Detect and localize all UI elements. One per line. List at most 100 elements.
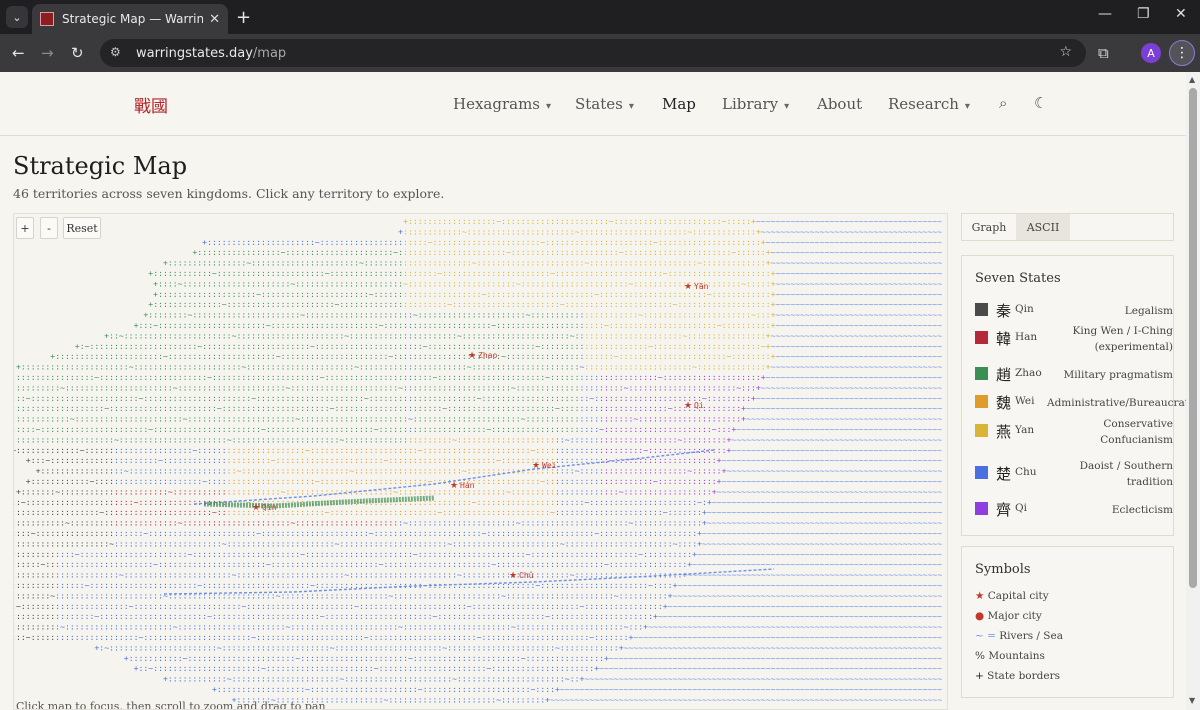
search-icon[interactable]: ⌕ — [999, 94, 1007, 112]
map-row-wei[interactable]: ::::::::::::::::~::::::::::::::::::::::~… — [227, 446, 555, 455]
map-row-water[interactable]: ~~~~~~~~~~~~~~~~~~~~~~~~~~~~~~~~~~~~~~~~… — [707, 508, 942, 517]
state-legend-item-zhao[interactable]: 趙 Zhao Military pragmatism — [975, 364, 1173, 384]
nav-library[interactable]: Library ▾ — [722, 95, 789, 113]
page-scrollbar[interactable]: ▲ ▼ — [1186, 72, 1200, 710]
map-row-qi[interactable]: :::::::::::::::::::::~:::::::::+ — [599, 394, 756, 403]
map-row-zhao[interactable]: +::::~::::::::::::::::::::::~:::::::::::… — [153, 279, 403, 288]
map-row-qin[interactable]: +::::~:::::::::::::: — [14, 612, 55, 621]
map-row-zhao[interactable]: :::::::::::::~:::::::::::::::::::: — [413, 394, 580, 403]
map-row-chu[interactable]: :::::::::~::::::::::::: — [114, 456, 227, 465]
map-row-chu[interactable]: ::::::::~::::::::::::::::::::::~::::::::… — [55, 612, 658, 621]
map-row-wei[interactable]: :::::::::~::::::::::::::::::::::~:::::::… — [227, 456, 555, 465]
map-row-chu[interactable]: ::::::::::::::::::::::~:::::::+ — [555, 508, 707, 517]
map-row-chu[interactable]: ::::::~::::::::::::::::::::::~:+ — [555, 498, 712, 507]
map-row-qi[interactable]: ::::::::::::::~::::::::::::::+ — [599, 404, 746, 413]
map-row-chu[interactable]: ::::::::::::::::::::::~:::::::::::::::::… — [114, 539, 702, 548]
map-row-water[interactable]: ~~~~~~~~~~~~~~~~~~~~~~~~~~~~~~~~~~~~~~~~… — [609, 654, 942, 663]
map-row-qin[interactable]: +::::::::::::::: — [14, 623, 55, 632]
map-row-yan[interactable]: :::::::~::::::::::::::::::::::~:::::::::… — [403, 269, 776, 278]
map-row-chu[interactable]: ::::::::::::::::::::::~:::::::::::::::::… — [55, 591, 673, 600]
capital-label[interactable]: Zhao — [478, 351, 497, 360]
map-row-zhao[interactable]: +::::::::::::::::::::~::::::::::::::::::… — [14, 383, 408, 392]
map-row-zhao[interactable]: +:::~::::::::::::::::::::::~::::::::::::… — [134, 321, 408, 330]
map-row-water[interactable]: ~~~~~~~~~~~~~~~~~~~~~~~~~~~~~~~~~~~~~~~~… — [722, 477, 943, 486]
map-row-qin[interactable]: +::::~::::::::::::::::::::::~ — [14, 539, 114, 548]
map-row-water[interactable]: ~~~~~~~~~~~~~~~~~~~~~~~~~~~~~~~~~~~~~~~~… — [722, 456, 943, 465]
map-row-chu[interactable]: ::::~::::::::::::::::::::::~::::::::::::… — [55, 550, 697, 559]
state-legend-item-wei[interactable]: 魏 Wei Administrative/Bureaucratic — [975, 392, 1186, 412]
map-row-yan[interactable]: ::::::::::::~::::::::::::::::::::::~::::… — [403, 227, 761, 236]
forward-arrow-icon[interactable]: → — [41, 44, 54, 62]
map-row-han[interactable]: :::::::::::~::::::::::: — [114, 487, 227, 496]
minimize-window-icon[interactable]: — — [1098, 6, 1112, 22]
map-row-zhao[interactable]: ::::::~::::::::::::::::::::::~:::: — [413, 404, 580, 413]
map-row-chu[interactable]: ::::::::: — [555, 477, 599, 486]
map-row-water[interactable]: ~~~~~~~~~~~~~~~~~~~~~~~~~~~~~~~~~~~~~~~~… — [673, 591, 943, 600]
state-legend-item-qi[interactable]: 齊 Qi Eclecticism — [975, 499, 1173, 519]
map-row-zhao[interactable]: +::::::::::::::::::::~::::::::::::::::::… — [14, 415, 408, 424]
map-row-chu[interactable]: +::::::::::::::::::~::::::::::::::::::::… — [212, 685, 560, 694]
map-row-qin[interactable]: +::::::::::~:::::::::::::::: — [14, 529, 114, 538]
map-row-qi[interactable]: :::::::::::~::::::::::::+ — [599, 477, 722, 486]
capital-label[interactable]: Hán — [460, 481, 475, 490]
map-row-yan[interactable]: ::::::::::::::~::::::::::::::::::::::~::… — [403, 259, 771, 268]
map-row-zhao[interactable]: ::::::::::::::::~::::::::::::::::: — [413, 321, 580, 330]
new-tab-button[interactable]: + — [236, 7, 251, 28]
map-row-yan[interactable]: ::::::~::::::::::::::::::::::~::::::::+ — [584, 352, 775, 361]
map-row-water[interactable]: ~~~~~~~~~~~~~~~~~~~~~~~~~~~~~~~~~~~ — [771, 248, 943, 257]
map-row-water[interactable]: ~~~~~~~~~~~~~~~~~~~~~~~~~~~~~~~~~~~~~~ — [756, 217, 942, 226]
map-row-water[interactable]: ~~~~~~~~~~~~~~~~~~~~~~~~~~~~~~~~~~ — [776, 269, 943, 278]
map-row-water[interactable]: ~~~~~~~~~~~~~~~~~~~~~~~~~~~~~~~~~~~~~~~~… — [692, 560, 942, 569]
map-row-zhao[interactable]: ::::::::::::::::::::~::::::::::::: — [413, 383, 580, 392]
map-row-water[interactable]: ~~~~~~~~~~~~~~~~~~~~~~~~~~~~~~~~~~ — [776, 279, 943, 288]
map-row-qin[interactable]: +:::::::::::::~:::::: — [14, 446, 114, 455]
map-row-zhao[interactable]: +::::::::::::::::~::::::::::::::::::::::… — [163, 259, 403, 268]
map-row-water[interactable]: ~~~~~~~~~~~~~~~~~~~~~~~~~~~~~~~~~~~~~~~~… — [658, 612, 942, 621]
map-row-chu[interactable]: ::::::::::::::::::::~:::::::::::::::::::… — [55, 560, 692, 569]
map-row-qi[interactable]: ~::::::::::::::::::::::~:::+ — [599, 425, 736, 434]
map-row-qin[interactable]: +:::::::~::::::::::: — [16, 487, 114, 496]
map-row-zhao[interactable]: +:~::::::::::::::::::::::~::::::::::::::… — [75, 342, 408, 351]
map-row-water[interactable]: ~~~~~~~~~~~~~~~~~~~~~~~~~~~~~~~~~~~~~~~~… — [736, 425, 942, 434]
reload-icon[interactable]: ↻ — [71, 44, 84, 62]
map-row-zhao[interactable]: +~::::::::::::::::::::::~:::::::::::::::… — [14, 435, 408, 444]
map-row-qin[interactable]: +::::::::::~::::::::: — [14, 571, 55, 580]
map-row-yan[interactable]: ::::::::::::::::::::~::::::::::::::::+ — [584, 331, 770, 340]
map-row-chu[interactable]: ::::::::: — [555, 446, 599, 455]
map-row-qi[interactable]: :::::::~:::::::::::::::::::::+ — [599, 415, 746, 424]
map-row-han[interactable]: ::::::::::::::::::::~:: — [114, 508, 227, 517]
map-row-chu[interactable]: ::::::~::::::::::::::::::::::~::::::::::… — [114, 529, 702, 538]
map-row-water[interactable]: ~~~~~~~~~~~~~~~~~~~~~~~~~~~~~~~~~~~~~~~~… — [599, 664, 942, 673]
address-bar[interactable]: ⚙ warringstates.day/map ☆ — [100, 39, 1086, 67]
map-row-water[interactable]: ~~~~~~~~~~~~~~~~~~~~~~~~~~~~~~~~~~~~~~~~… — [712, 498, 942, 507]
map-row-chu[interactable]: ::~: — [580, 394, 600, 403]
map-row-qin[interactable]: +:::::::::::::::~::::::::: — [14, 519, 114, 528]
site-info-icon[interactable]: ⚙ — [110, 45, 121, 59]
close-tab-icon[interactable]: ✕ — [209, 12, 220, 27]
map-row-chu[interactable]: :::: — [580, 425, 600, 434]
bookmark-star-icon[interactable]: ☆ — [1059, 44, 1072, 60]
map-row-yan[interactable]: ::::::::::::::::::::::~::::::::::::::+ — [584, 363, 770, 372]
map-row-zhao[interactable]: +::::::::::::::::::::::~::::::::::::::::… — [16, 363, 408, 372]
map-row-water[interactable]: ~~~~~~~~~~~~~~~~~~~~~~~~~~~~~~~~~~~ — [771, 363, 943, 372]
state-legend-item-han[interactable]: 韓 Han King Wen / I-Ching (experimental) — [975, 325, 1173, 353]
map-row-yan[interactable]: :::::::::::::::::::::~::::::::::::::::::… — [403, 248, 771, 257]
map-row-yan[interactable]: :::::::::::::~::::::::::::::::::::::~+ — [584, 342, 770, 351]
map-row-yan[interactable]: :::::::::~::::::::::::::::::::::~:::::::… — [403, 300, 776, 309]
capital-star-icon[interactable]: ★ — [532, 461, 540, 471]
map-row-chu[interactable]: ::::::::: — [555, 487, 599, 496]
map-row-water[interactable]: ~~~~~~~~~~~~~~~~~~~~~~~~~~~~~~~~~~~~~ — [761, 383, 942, 392]
capital-star-icon[interactable]: ★ — [684, 282, 692, 292]
map-row-qi[interactable]: ::::::::::::::::::~::::::+ — [599, 467, 727, 476]
map-row-zhao[interactable]: +::::::::~::::::::::::::::::::::~:::::::… — [143, 311, 408, 320]
close-window-icon[interactable]: ✕ — [1175, 6, 1187, 22]
map-row-yan[interactable]: +::::::::::::::::::~::::::::::::::::::::… — [403, 217, 756, 226]
zoom-in-button[interactable]: + — [16, 217, 34, 239]
map-row-wei[interactable]: ::~::::::::::::::::::::::~::::::::::::::… — [227, 467, 555, 476]
ascii-view-tab[interactable]: ASCII — [1016, 214, 1070, 240]
map-row-chu[interactable]: +::~::::::::::::::::::::::~:::::::::::::… — [134, 664, 600, 673]
map-row-qin[interactable]: +::~:::::::::::::::::: — [14, 498, 114, 507]
map-row-water[interactable]: ~~~~~~~~~~~~~~~~~~~~~~~~~~~~~~~~~~~~~~~~… — [727, 467, 943, 476]
map-row-zhao[interactable]: +::::::::::::::~::::::::::::::::::::::~:… — [148, 300, 403, 309]
map-row-chu[interactable]: +:::::::::::~::::::::::::::::::::::~::::… — [124, 654, 609, 663]
